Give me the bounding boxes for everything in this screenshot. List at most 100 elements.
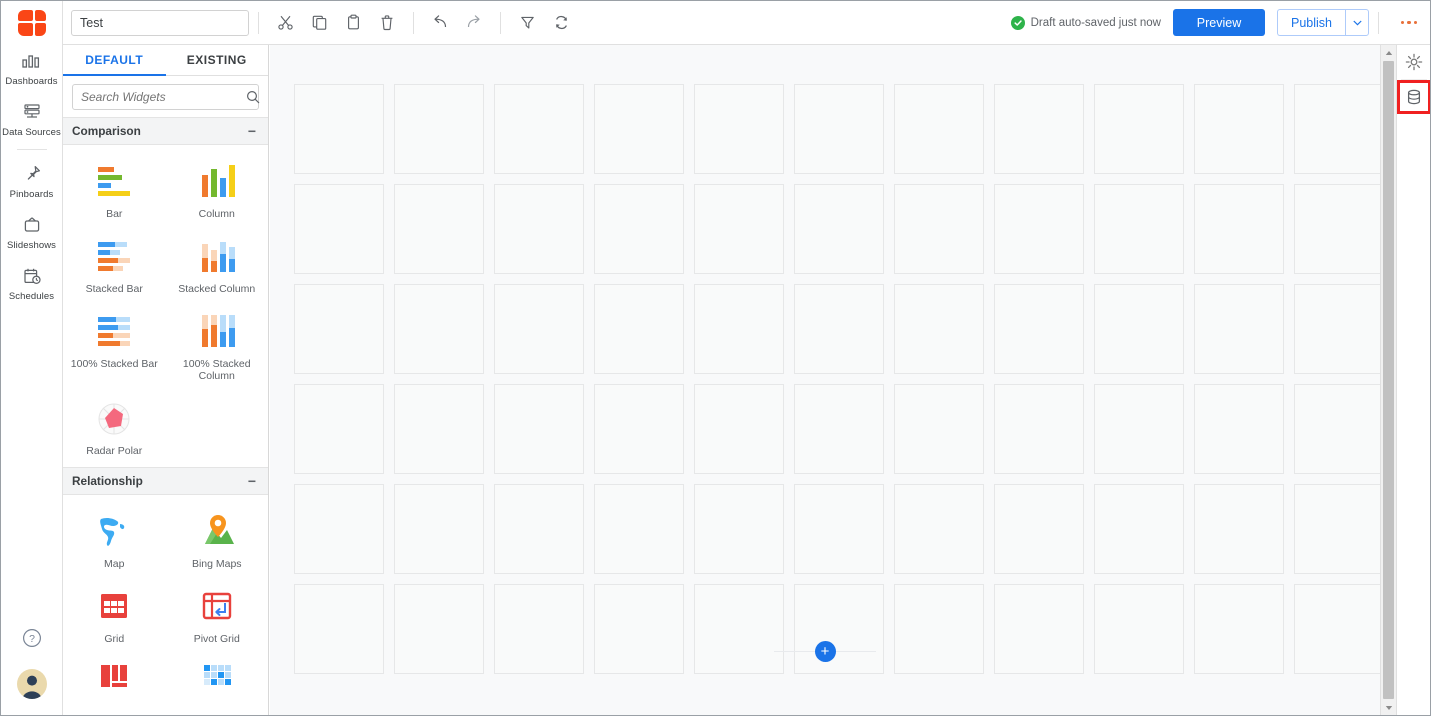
grid-cell[interactable]: [494, 384, 584, 474]
grid-cell[interactable]: [394, 484, 484, 574]
search-input[interactable]: [73, 90, 246, 104]
delete-button[interactable]: [372, 9, 402, 37]
widget-radar-polar[interactable]: Radar Polar: [63, 388, 166, 463]
sidebar-item-schedules[interactable]: Schedules: [1, 256, 63, 307]
grid-cell[interactable]: [294, 384, 384, 474]
grid-cell[interactable]: [1294, 484, 1380, 574]
grid-cell[interactable]: [394, 184, 484, 274]
grid-cell[interactable]: [694, 84, 784, 174]
widget-bar[interactable]: Bar: [63, 151, 166, 226]
widget-group-header-relationship[interactable]: Relationship −: [63, 467, 268, 495]
sidebar-item-slideshows[interactable]: Slideshows: [1, 205, 63, 256]
grid-cell[interactable]: [294, 184, 384, 274]
widget-heatmap[interactable]: [166, 651, 269, 714]
widget-stacked-bar[interactable]: Stacked Bar: [63, 226, 166, 301]
grid-cell[interactable]: [394, 84, 484, 174]
widget-map[interactable]: Map: [63, 501, 166, 576]
widget-pivot-grid[interactable]: Pivot Grid: [166, 576, 269, 651]
scrollbar-thumb[interactable]: [1383, 61, 1394, 699]
grid-cell[interactable]: [694, 484, 784, 574]
grid-cell[interactable]: [1094, 484, 1184, 574]
filter-button[interactable]: [512, 9, 542, 37]
grid-cell[interactable]: [494, 184, 584, 274]
grid-cell[interactable]: [894, 84, 984, 174]
grid-cell[interactable]: [494, 84, 584, 174]
grid-cell[interactable]: [1194, 384, 1284, 474]
grid-cell[interactable]: [1294, 284, 1380, 374]
grid-cell[interactable]: [1094, 284, 1184, 374]
sidebar-item-dashboards[interactable]: Dashboards: [1, 41, 63, 92]
preview-button[interactable]: Preview: [1173, 9, 1265, 36]
refresh-button[interactable]: [546, 9, 576, 37]
grid-cell[interactable]: [794, 384, 884, 474]
grid-cell[interactable]: [594, 84, 684, 174]
tab-existing[interactable]: EXISTING: [166, 45, 269, 75]
grid-cell[interactable]: [294, 484, 384, 574]
cut-button[interactable]: [270, 9, 300, 37]
grid-cell[interactable]: [694, 384, 784, 474]
tab-default[interactable]: DEFAULT: [63, 45, 166, 76]
grid-cell[interactable]: [1294, 84, 1380, 174]
grid-cell[interactable]: [494, 284, 584, 374]
grid-cell[interactable]: [1294, 384, 1380, 474]
widget-group-header-comparison[interactable]: Comparison −: [63, 117, 268, 145]
grid-cell[interactable]: [994, 84, 1084, 174]
grid-cell[interactable]: [694, 184, 784, 274]
grid-cell[interactable]: [694, 284, 784, 374]
grid-cell[interactable]: [794, 184, 884, 274]
more-options-button[interactable]: [1394, 9, 1424, 37]
widget-treemap[interactable]: [63, 651, 166, 714]
grid-cell[interactable]: [994, 484, 1084, 574]
widget-pct-stacked-bar[interactable]: 100% Stacked Bar: [63, 301, 166, 388]
dashboard-canvas[interactable]: +: [270, 45, 1380, 715]
grid-cell[interactable]: [1194, 84, 1284, 174]
grid-cell[interactable]: [394, 284, 484, 374]
sidebar-item-data-sources[interactable]: Data Sources: [1, 92, 63, 143]
help-icon[interactable]: ?: [21, 627, 43, 649]
grid-cell[interactable]: [1094, 184, 1184, 274]
widget-bing-maps[interactable]: Bing Maps: [166, 501, 269, 576]
paste-button[interactable]: [338, 9, 368, 37]
widget-grid[interactable]: Grid: [63, 576, 166, 651]
undo-button[interactable]: [425, 9, 455, 37]
grid-cell[interactable]: [594, 284, 684, 374]
grid-cell[interactable]: [594, 384, 684, 474]
grid-cell[interactable]: [1194, 184, 1284, 274]
grid-cell[interactable]: [594, 484, 684, 574]
grid-cell[interactable]: [494, 484, 584, 574]
publish-dropdown-toggle[interactable]: [1345, 9, 1369, 36]
data-button[interactable]: [1396, 80, 1430, 114]
avatar[interactable]: [16, 669, 47, 699]
grid-cell[interactable]: [894, 384, 984, 474]
search-icon[interactable]: [246, 90, 267, 104]
widget-column[interactable]: Column: [166, 151, 269, 226]
grid-cell[interactable]: [1194, 484, 1284, 574]
widget-stacked-column[interactable]: Stacked Column: [166, 226, 269, 301]
grid-cell[interactable]: [1294, 184, 1380, 274]
grid-cell[interactable]: [794, 484, 884, 574]
scroll-up-arrow-icon[interactable]: [1380, 45, 1397, 60]
collapse-icon[interactable]: −: [248, 124, 256, 138]
grid-cell[interactable]: [994, 384, 1084, 474]
redo-button[interactable]: [459, 9, 489, 37]
grid-cell[interactable]: [994, 184, 1084, 274]
grid-cell[interactable]: [294, 84, 384, 174]
grid-cell[interactable]: [894, 484, 984, 574]
grid-cell[interactable]: [1194, 284, 1284, 374]
add-widget-button[interactable]: +: [814, 640, 836, 662]
widget-list[interactable]: Comparison − Bar Column Stacked Bar Stac…: [63, 117, 268, 715]
publish-button[interactable]: Publish: [1277, 9, 1345, 36]
grid-cell[interactable]: [794, 284, 884, 374]
copy-button[interactable]: [304, 9, 334, 37]
collapse-icon[interactable]: −: [248, 474, 256, 488]
grid-cell[interactable]: [1094, 384, 1184, 474]
grid-cell[interactable]: [894, 184, 984, 274]
widget-pct-stacked-column[interactable]: 100% Stacked Column: [166, 301, 269, 388]
grid-cell[interactable]: [994, 284, 1084, 374]
sidebar-item-pinboards[interactable]: Pinboards: [1, 154, 63, 205]
grid-cell[interactable]: [794, 84, 884, 174]
canvas-vertical-scrollbar[interactable]: [1380, 45, 1397, 715]
widget-search-box[interactable]: [72, 84, 260, 110]
settings-button[interactable]: [1397, 45, 1431, 79]
grid-cell[interactable]: [594, 184, 684, 274]
